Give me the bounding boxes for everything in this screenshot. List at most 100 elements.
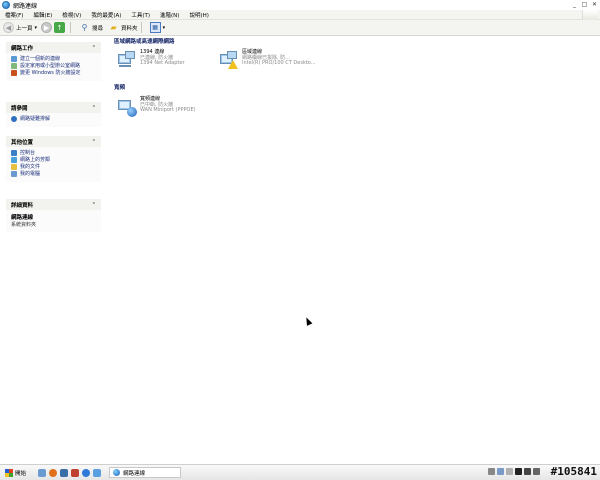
connection-broadband[interactable]: 寬頻連線 已中斷, 防火牆 WAN Miniport (PPPOE)	[116, 96, 196, 119]
quicklaunch-desktop-icon[interactable]	[93, 468, 102, 477]
details-header[interactable]: 詳細資料 ⌃	[6, 199, 101, 210]
place-link-my-computer[interactable]: 我的電腦	[11, 171, 96, 177]
network-tasks-list: 建立一個新的連線 設定家用或小型辦公室網路 變更 Windows 防火牆設定	[6, 53, 101, 81]
mouse-cursor-icon	[303, 316, 313, 326]
menu-tools[interactable]: 工具(T)	[126, 11, 155, 19]
menu-bar: 檔案(F) 編輯(E) 檢視(V) 我的最愛(A) 工具(T) 進階(N) 說明…	[0, 10, 600, 20]
firewall-icon	[11, 70, 17, 76]
place-link-network-places[interactable]: 網路上的芳鄰	[11, 157, 96, 163]
broadband-connection-icon	[116, 97, 138, 119]
tray-lock-icon[interactable]	[488, 468, 495, 475]
quicklaunch-user-icon[interactable]	[38, 468, 47, 477]
see-also-title: 請參閱	[11, 105, 28, 112]
see-also-list: 網路疑難排解	[6, 113, 101, 127]
details-name: 網路連線	[11, 215, 34, 221]
place-link-control-panel[interactable]: 控制台	[11, 150, 96, 156]
forward-button[interactable]: ▶	[41, 22, 53, 33]
menu-file[interactable]: 檔案(F)	[0, 11, 28, 19]
broadband-section-title: 寬頻	[114, 85, 126, 91]
details-panel: 詳細資料 ⌃ 網路連線 系統資料夾	[6, 199, 101, 232]
back-label: 上一頁	[16, 25, 33, 32]
lan-section-title: 區域網路或高速網際網路	[114, 39, 175, 45]
see-also-panel: 請參閱 ⌃ 網路疑難排解	[6, 102, 101, 127]
globe-icon	[127, 107, 137, 117]
back-arrow-icon: ◀	[3, 22, 14, 33]
connection-device: WAN Miniport (PPPOE)	[140, 107, 196, 113]
toolbar: ◀ 上一頁 ▾ ▶ ↑ ⚲ 搜尋 ▰ 資料夾 ▦ ▾	[0, 20, 600, 36]
up-folder-icon[interactable]: ↑	[54, 22, 66, 33]
other-places-title: 其他位置	[11, 139, 34, 146]
new-connection-icon	[11, 56, 17, 62]
quicklaunch-ie-icon[interactable]	[82, 468, 91, 477]
folder-icon: ▰	[110, 23, 117, 32]
connection-device: 1394 Net Adapter	[140, 60, 185, 66]
help-icon	[11, 116, 17, 122]
connection-device: Intel(R) PRO/100 CT Deskto...	[242, 60, 316, 66]
menu-view[interactable]: 檢視(V)	[57, 11, 86, 19]
tray-network-icon[interactable]	[497, 468, 504, 475]
title-bar: 網路連線 _ □ ✕	[0, 0, 600, 10]
folders-label: 資料夾	[121, 25, 138, 32]
taskbar-window-label: 網路連線	[123, 470, 146, 477]
network-tasks-header[interactable]: 網路工作 ⌃	[6, 42, 101, 53]
network-connection-icon	[116, 50, 138, 72]
connection-1394[interactable]: 1394 連線 已連線, 防火牆 1394 Net Adapter	[116, 49, 185, 72]
task-link-troubleshoot[interactable]: 網路疑難排解	[11, 116, 96, 122]
place-link-my-documents[interactable]: 我的文件	[11, 164, 96, 170]
task-link-home-network[interactable]: 設定家用或小型辦公室網路	[11, 63, 96, 69]
folders-button[interactable]: ▰ 資料夾	[106, 22, 138, 33]
tray-monitor-icon[interactable]	[515, 468, 522, 475]
menu-favorites[interactable]: 我的最愛(A)	[86, 11, 126, 19]
collapse-chevron-icon: ⌃	[91, 104, 96, 111]
taskbar-window-button[interactable]: 網路連線	[109, 467, 182, 478]
back-button[interactable]: ◀ 上一頁 ▾	[3, 22, 37, 33]
search-button[interactable]: ⚲ 搜尋	[77, 22, 103, 33]
toolbar-divider	[70, 22, 72, 33]
start-button[interactable]: 開始	[1, 467, 30, 479]
close-button[interactable]: ✕	[591, 1, 598, 8]
taskbar: 開始 網路連線	[0, 464, 600, 480]
menu-edit[interactable]: 編輯(E)	[28, 11, 57, 19]
menu-help[interactable]: 說明(H)	[184, 11, 213, 19]
see-also-header[interactable]: 請參閱 ⌃	[6, 102, 101, 113]
control-panel-icon	[11, 150, 17, 156]
network-connections-icon	[113, 469, 121, 476]
start-label: 開始	[15, 470, 27, 477]
task-link-firewall[interactable]: 變更 Windows 防火牆設定	[11, 70, 96, 76]
collapse-chevron-icon: ⌃	[91, 44, 96, 51]
search-icon: ⚲	[81, 23, 88, 32]
watermark-id: #105841	[550, 465, 597, 478]
maximize-button[interactable]: □	[581, 1, 588, 8]
details-body: 網路連線 系統資料夾	[6, 210, 101, 232]
collapse-chevron-icon: ⌃	[91, 201, 96, 208]
views-icon: ▦	[149, 22, 161, 33]
menu-advanced[interactable]: 進階(N)	[155, 11, 184, 19]
network-tasks-panel: 網路工作 ⌃ 建立一個新的連線 設定家用或小型辦公室網路 變更 Windows …	[6, 42, 101, 81]
network-tasks-title: 網路工作	[11, 45, 34, 52]
details-subtitle: 系統資料夾	[11, 222, 37, 228]
tray-shield-icon[interactable]	[506, 468, 513, 475]
chevron-down-icon: ▾	[34, 24, 38, 31]
connection-lan[interactable]: 區域連線 網路纜線已拔除, 防... Intel(R) PRO/100 CT D…	[218, 49, 316, 72]
search-label: 搜尋	[92, 25, 104, 32]
connection-lan-text: 區域連線 網路纜線已拔除, 防... Intel(R) PRO/100 CT D…	[242, 49, 316, 67]
other-places-header[interactable]: 其他位置 ⌃	[6, 136, 101, 147]
window-controls: _ □ ✕	[571, 1, 598, 8]
views-button[interactable]: ▦ ▾	[148, 22, 166, 33]
task-link-new-connection[interactable]: 建立一個新的連線	[11, 56, 96, 62]
windows-logo-icon	[5, 468, 13, 477]
my-documents-icon	[11, 164, 17, 170]
system-tray	[488, 468, 540, 475]
details-title: 詳細資料	[11, 202, 34, 209]
other-places-panel: 其他位置 ⌃ 控制台 網路上的芳鄰 我的文件 我的電腦	[6, 136, 101, 182]
window-title: 網路連線	[13, 2, 38, 10]
network-connection-icon	[218, 50, 240, 72]
quicklaunch-tool-icon[interactable]	[71, 468, 80, 477]
minimize-button[interactable]: _	[571, 1, 578, 8]
tray-keyboard-icon[interactable]	[533, 468, 540, 475]
quicklaunch-media-icon[interactable]	[60, 468, 69, 477]
tray-sound-icon[interactable]	[524, 468, 531, 475]
chevron-down-icon: ▾	[162, 24, 166, 31]
quicklaunch-firefox-icon[interactable]	[49, 468, 58, 477]
connection-1394-text: 1394 連線 已連線, 防火牆 1394 Net Adapter	[140, 49, 185, 67]
